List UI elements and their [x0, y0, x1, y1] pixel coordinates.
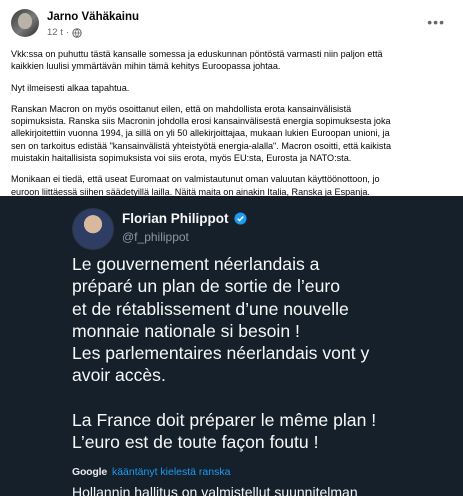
post-time[interactable]: 12 t — [47, 27, 63, 38]
tweet-author-handle: @f_philippot — [122, 230, 189, 244]
tweet-text: Le gouvernement néerlandais a préparé un… — [72, 253, 452, 453]
tweet-author-avatar — [72, 208, 114, 250]
post-text: Vkk:ssa on puhuttu tästä kansalle somess… — [11, 48, 451, 207]
tweet-line: et de rétablissement d’une nouvelle — [72, 298, 349, 319]
tweet-line: Les parlementaires néerlandais vont y — [72, 343, 370, 364]
translated-from-link[interactable]: kääntänyt kielestä ranska — [112, 466, 230, 478]
tweet-line: préparé un plan de sortie de l’euro — [72, 276, 340, 297]
post-paragraph-3: Ranskan Macron on myös osoittanut eilen,… — [11, 103, 392, 164]
post-paragraph-1: Vkk:ssa on puhuttu tästä kansalle somess… — [11, 49, 383, 72]
tweet-line: Le gouvernement néerlandais a — [72, 254, 320, 274]
post-header: Jarno Vähäkainu 12 t · ••• — [0, 0, 463, 48]
author-name[interactable]: Jarno Vähäkainu — [47, 11, 139, 23]
verified-badge-icon — [233, 212, 247, 225]
author-avatar[interactable] — [11, 9, 39, 37]
post-meta: 12 t · — [47, 27, 82, 38]
more-options-button[interactable]: ••• — [427, 14, 445, 30]
translation-attribution: Google kääntänyt kielestä ranska — [72, 466, 230, 478]
post-paragraph-2: Nyt ilmeisesti alkaa tapahtua. — [11, 82, 130, 93]
post-paragraph-4: Monikaan ei tiedä, että useat Euromaat o… — [11, 174, 380, 197]
tweet-line: La France doit préparer le même plan ! — [72, 409, 377, 430]
tweet-line: monnaie nationale si besoin ! — [72, 320, 300, 341]
tweet-translation: Hollannin hallitus on valmistellut suunn… — [72, 484, 358, 500]
tweet-line: L’euro est de toute façon foutu ! — [72, 432, 319, 453]
tweet-line: avoir accès. — [72, 365, 166, 386]
tweet-author-name: Florian Philippot — [122, 211, 247, 226]
globe-icon — [72, 27, 82, 38]
google-logo: Google — [72, 466, 107, 478]
